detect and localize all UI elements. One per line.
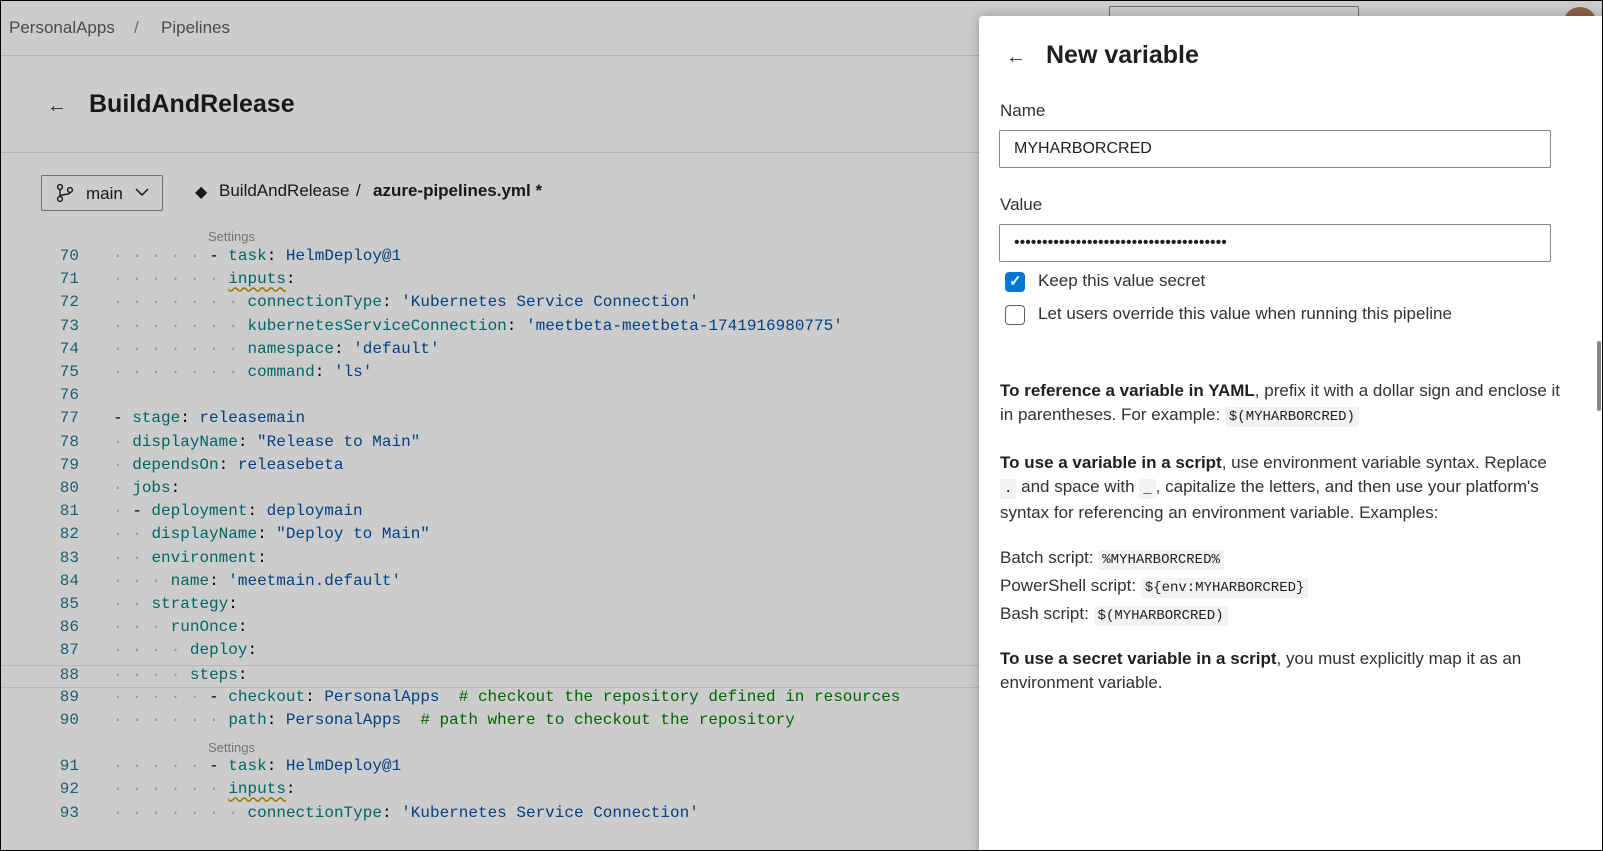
keep-secret-checkbox[interactable]: ✓ [1005, 272, 1025, 292]
keep-secret-label: Keep this value secret [1038, 271, 1206, 290]
bash-example: Bash script: $(MYHARBORCRED) [1000, 602, 1560, 628]
script-examples: Batch script: %MYHARBORCRED% PowerShell … [1000, 546, 1560, 628]
checkmark-icon: ✓ [1009, 273, 1022, 290]
help-script-text: , use environment variable syntax. Repla… [1221, 453, 1547, 472]
help-yaml-reference: To reference a variable in YAML, prefix … [1000, 379, 1560, 429]
name-label: Name [1000, 101, 1046, 120]
powershell-code: ${env:MYHARBORCRED} [1140, 578, 1309, 598]
help-script-code-dot: . [1000, 479, 1017, 499]
batch-example: Batch script: %MYHARBORCRED% [1000, 546, 1560, 572]
scrollbar[interactable] [1597, 341, 1601, 411]
powershell-example: PowerShell script: ${env:MYHARBORCRED} [1000, 574, 1560, 600]
panel-title: New variable [1046, 41, 1199, 69]
help-yaml-heading: To reference a variable in YAML [1000, 381, 1255, 400]
help-script-heading: To use a variable in a script [1000, 453, 1222, 472]
app-window: PersonalApps / Pipelines ← BuildAndRelea… [0, 0, 1603, 851]
batch-code: %MYHARBORCRED% [1098, 550, 1224, 570]
back-arrow-icon[interactable]: ← [1006, 46, 1026, 69]
help-secret-heading: To use a secret variable in a script [1000, 649, 1277, 668]
help-yaml-code: $(MYHARBORCRED) [1224, 407, 1359, 427]
help-script-usage: To use a variable in a script, use envir… [1000, 451, 1560, 525]
powershell-label: PowerShell script: [1000, 576, 1141, 595]
override-label: Let users override this value when runni… [1038, 304, 1452, 323]
value-label: Value [1000, 195, 1043, 214]
variable-value-input[interactable] [999, 224, 1551, 262]
help-script-text: and space with [1016, 477, 1140, 496]
override-checkbox[interactable] [1005, 305, 1025, 325]
bash-code: $(MYHARBORCRED) [1093, 606, 1228, 626]
help-secret-usage: To use a secret variable in a script, yo… [1000, 647, 1560, 695]
variable-name-input[interactable] [999, 130, 1551, 168]
batch-label: Batch script: [1000, 548, 1099, 567]
new-variable-panel: ← New variable Name Value ✓ Keep this va… [979, 16, 1602, 850]
bash-label: Bash script: [1000, 604, 1094, 623]
help-script-code-underscore: _ [1139, 479, 1156, 499]
